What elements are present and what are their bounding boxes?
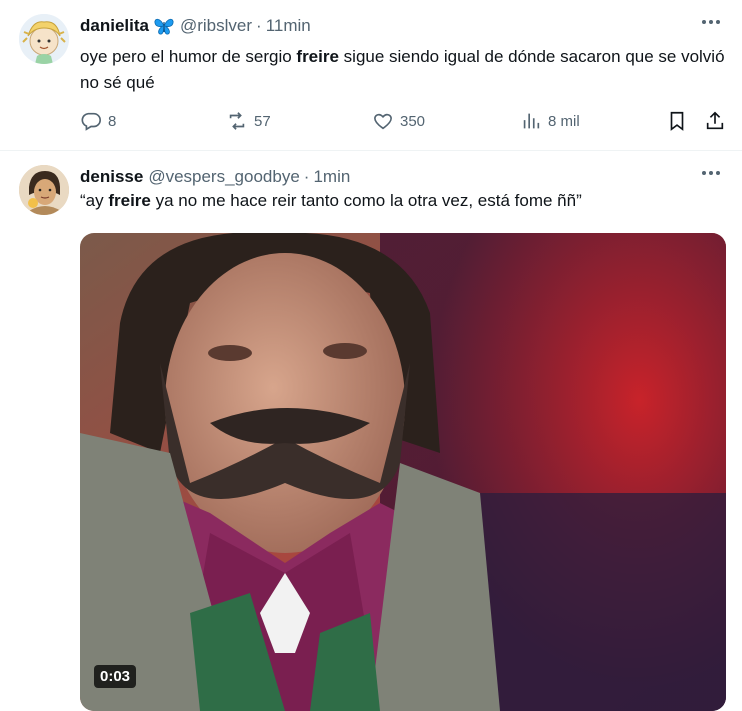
separator-dot: · <box>303 167 310 186</box>
display-name[interactable]: danielita <box>80 16 149 36</box>
repost-icon <box>229 112 245 130</box>
tweet-2[interactable]: denisse @vespers_goodbye · 1min “ay frei… <box>0 151 742 711</box>
repost-button[interactable]: 57 <box>226 108 271 134</box>
views-icon <box>523 113 540 129</box>
views-count: 8 mil <box>548 112 580 130</box>
reply-icon <box>81 112 101 131</box>
butterfly-emoji-icon <box>153 16 175 36</box>
text-bold: freire <box>296 47 339 66</box>
separator-dot: · <box>256 16 262 35</box>
tweet-1[interactable]: danielita @ribslver · 11min oye pero el … <box>0 0 742 151</box>
timestamp[interactable]: 1min <box>313 167 350 187</box>
text-after: ya no me hace reir tanto como la otra ve… <box>150 191 582 210</box>
reply-count: 8 <box>108 112 117 130</box>
bookmark-icon <box>670 111 684 131</box>
reply-button[interactable]: 8 <box>80 108 116 134</box>
more-icon[interactable] <box>698 163 724 183</box>
action-bar: 8 57 350 8 mil <box>80 108 730 134</box>
tweet-text: oye pero el humor de sergio freire sigue… <box>80 44 725 96</box>
more-icon[interactable] <box>698 12 724 32</box>
tweet-header: denisse @vespers_goodbye · 1min <box>80 167 350 187</box>
avatar-illustration-icon <box>19 14 69 64</box>
text-bold: freire <box>108 191 151 210</box>
video-duration-badge: 0:03 <box>94 665 137 688</box>
tweet-header: danielita @ribslver · 11min <box>80 16 311 36</box>
handle[interactable]: @vespers_goodbye <box>148 167 299 187</box>
avatar-photo-icon <box>19 165 69 215</box>
repost-count: 57 <box>254 112 271 130</box>
like-count: 350 <box>400 112 426 130</box>
like-button[interactable]: 350 <box>372 108 425 134</box>
text-before: oye pero el humor de sergio <box>80 47 297 66</box>
avatar-denisse[interactable] <box>19 165 69 215</box>
views-button[interactable]: 8 mil <box>520 108 580 134</box>
display-name[interactable]: denisse <box>80 167 143 187</box>
avatar-danielita[interactable] <box>19 14 69 64</box>
timestamp[interactable]: 11min <box>266 16 311 36</box>
video-player[interactable]: 0:03 <box>80 233 726 711</box>
share-icon <box>706 111 724 130</box>
share-button[interactable] <box>704 108 726 134</box>
tweet-text: “ay freire ya no me hace reir tanto como… <box>80 188 725 214</box>
like-icon <box>374 113 392 130</box>
handle[interactable]: @ribslver <box>180 16 252 36</box>
video-frame-image <box>80 233 726 711</box>
bookmark-button[interactable] <box>666 108 688 134</box>
text-before: “ay <box>80 191 109 210</box>
